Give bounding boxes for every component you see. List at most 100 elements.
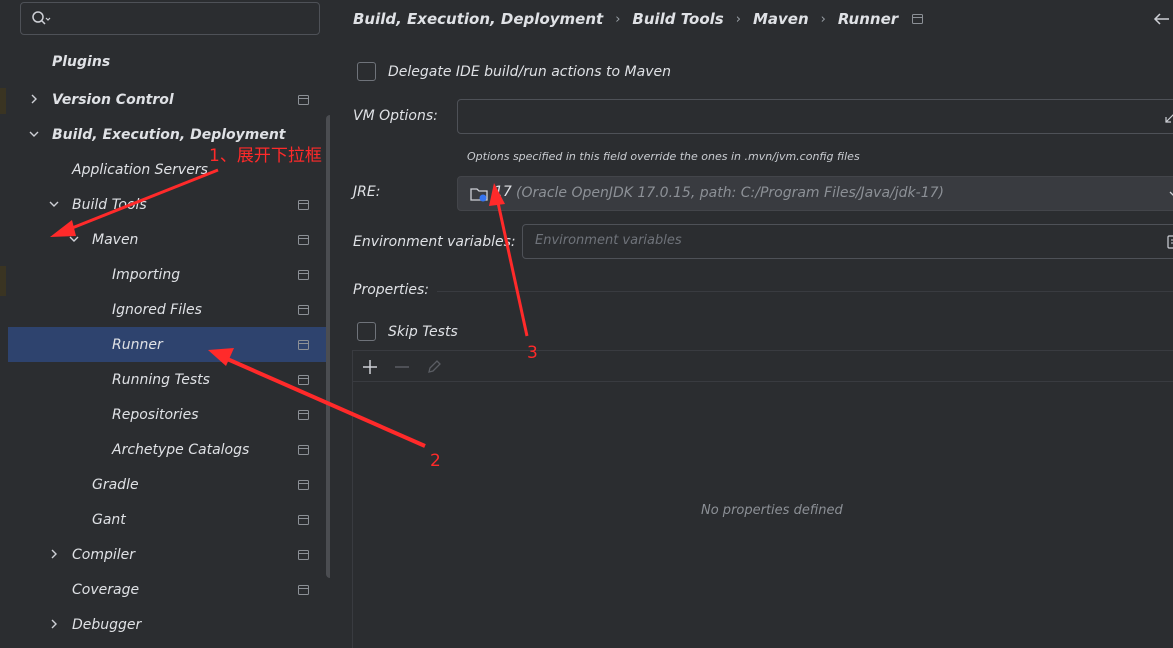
chevron-down-icon[interactable] — [68, 233, 80, 245]
tree-item[interactable]: Compiler — [8, 537, 330, 572]
search-input[interactable] — [57, 7, 312, 31]
tree-item[interactable]: Ignored Files — [8, 292, 330, 327]
back-arrow-icon[interactable] — [1153, 10, 1171, 28]
annotation-label-2: 2 — [430, 451, 441, 471]
jre-label: JRE: — [353, 184, 381, 200]
delegate-build-label[interactable]: Delegate IDE build/run actions to Maven — [388, 64, 671, 80]
tree-item[interactable]: Plugins — [8, 44, 330, 79]
tree-item[interactable]: Coverage — [8, 572, 330, 607]
tree-item-label: Build Tools — [72, 196, 147, 213]
delegate-build-checkbox-row[interactable]: Delegate IDE build/run actions to Maven — [357, 62, 671, 81]
project-level-icon — [298, 235, 309, 245]
vm-options-field[interactable] — [457, 99, 1173, 134]
env-variables-field[interactable]: Environment variables — [522, 224, 1173, 259]
tree-item-label: Debugger — [72, 616, 142, 633]
chevron-down-icon[interactable] — [28, 128, 40, 140]
chevron-down-icon[interactable] — [1168, 189, 1173, 199]
tree-item[interactable]: Archetype Catalogs — [8, 432, 330, 467]
project-level-icon — [298, 305, 309, 315]
settings-sidebar: Plugins Version Control Build, Execution, … — [8, 0, 334, 648]
section-divider — [437, 291, 1173, 292]
tree-item-label: Importing — [112, 266, 181, 283]
breadcrumb-item: Runner — [837, 10, 899, 28]
breadcrumb-separator: › — [820, 11, 826, 27]
vm-options-input[interactable] — [466, 106, 1146, 128]
project-level-icon — [912, 14, 924, 24]
tree-item-label: Maven — [92, 231, 139, 248]
project-level-icon — [298, 200, 309, 210]
tree-item-label: Application Servers — [72, 161, 208, 178]
jdk-folder-icon — [470, 188, 488, 202]
expand-icon[interactable] — [1164, 112, 1173, 124]
vm-options-label: VM Options: — [353, 108, 438, 124]
chevron-right-icon[interactable] — [28, 93, 40, 105]
tree-item-label: Gradle — [92, 476, 139, 493]
tree-item-label: Running Tests — [112, 371, 210, 388]
chevron-down-icon[interactable] — [48, 198, 60, 210]
window-left-edge — [0, 0, 8, 648]
tree-item-label: Archetype Catalogs — [112, 441, 250, 458]
remove-icon[interactable] — [393, 358, 411, 376]
breadcrumb: Build, Execution, Deployment › Build Too… — [353, 8, 924, 30]
skip-tests-checkbox-row[interactable]: Skip Tests — [357, 322, 458, 341]
jre-dropdown[interactable]: 17 (Oracle OpenJDK 17.0.15, path: C:/Pro… — [457, 176, 1173, 211]
tree-item[interactable]: Gradle — [8, 467, 330, 502]
tree-item[interactable]: Version Control — [8, 82, 330, 117]
tree-item[interactable]: Importing — [8, 257, 330, 292]
annotation-label-3: 3 — [527, 343, 538, 363]
tree-item-label: Version Control — [52, 91, 174, 108]
add-icon[interactable] — [361, 358, 379, 376]
env-variables-label: Environment variables: — [353, 234, 516, 250]
tree-item-label: Gant — [92, 511, 126, 528]
project-level-icon — [298, 480, 309, 490]
project-level-icon — [298, 270, 309, 280]
tree-item[interactable]: Build Tools — [8, 187, 330, 222]
breadcrumb-item[interactable]: Build, Execution, Deployment — [353, 10, 603, 28]
breadcrumb-separator: › — [615, 11, 621, 27]
project-level-icon — [298, 585, 309, 595]
jre-detail: (Oracle OpenJDK 17.0.15, path: C:/Progra… — [516, 185, 944, 201]
properties-title: Properties: — [353, 282, 430, 298]
annotation-label-1: 1、展开下拉框 — [209, 146, 322, 166]
properties-toolbar — [353, 351, 1173, 382]
project-level-icon — [298, 340, 309, 350]
settings-content: Build, Execution, Deployment › Build Too… — [330, 0, 1173, 648]
tree-item-label: Runner — [112, 336, 163, 353]
tree-item[interactable]: Running Tests — [8, 362, 330, 397]
properties-table: No properties defined — [352, 350, 1173, 648]
tree-item[interactable]: Repositories — [8, 397, 330, 432]
project-level-icon — [298, 410, 309, 420]
delegate-build-checkbox[interactable] — [357, 62, 376, 81]
breadcrumb-separator: › — [735, 11, 741, 27]
breadcrumb-item[interactable]: Maven — [753, 10, 809, 28]
tree-item-label: Repositories — [112, 406, 199, 423]
tree-item[interactable]: Gant — [8, 502, 330, 537]
search-icon[interactable] — [31, 10, 51, 28]
vm-options-hint: Options specified in this field override… — [467, 150, 860, 163]
edit-icon[interactable] — [425, 358, 443, 376]
project-level-icon — [298, 375, 309, 385]
chevron-right-icon[interactable] — [48, 548, 60, 560]
project-level-icon — [298, 95, 309, 105]
browse-env-icon[interactable] — [1167, 235, 1173, 249]
tree-item[interactable]: Maven — [8, 222, 330, 257]
jre-version: 17 — [494, 184, 512, 200]
project-level-icon — [298, 515, 309, 525]
tree-item-label: Plugins — [52, 53, 111, 70]
project-level-icon — [298, 445, 309, 455]
tree-item-label: Ignored Files — [112, 301, 202, 318]
empty-properties-text: No properties defined — [701, 503, 843, 518]
project-level-icon — [298, 550, 309, 560]
settings-search-box[interactable] — [20, 2, 320, 35]
edge-marker — [0, 266, 6, 296]
chevron-right-icon[interactable] — [48, 618, 60, 630]
env-variables-placeholder: Environment variables — [535, 233, 682, 248]
skip-tests-label[interactable]: Skip Tests — [388, 324, 458, 340]
tree-item-label: Compiler — [72, 546, 136, 563]
tree-item[interactable]: Debugger — [8, 607, 330, 642]
tree-item-label: Coverage — [72, 581, 140, 598]
edge-marker — [0, 88, 6, 114]
tree-item[interactable]: Runner — [8, 327, 330, 362]
skip-tests-checkbox[interactable] — [357, 322, 376, 341]
breadcrumb-item[interactable]: Build Tools — [632, 10, 723, 28]
